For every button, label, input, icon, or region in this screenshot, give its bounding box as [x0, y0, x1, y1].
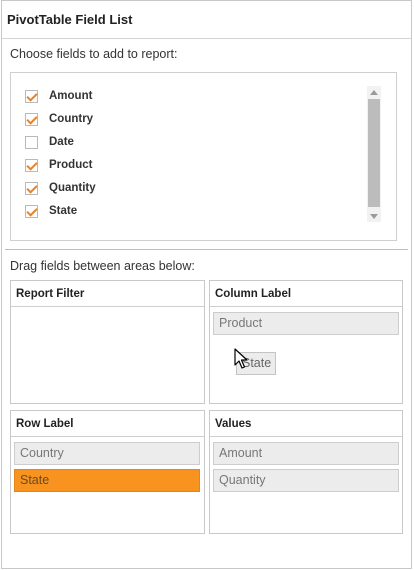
- row-field-chip-state[interactable]: State: [14, 469, 200, 492]
- values-field-chip-amount[interactable]: Amount: [213, 442, 399, 465]
- report-filter-area[interactable]: Report Filter: [10, 280, 205, 404]
- field-item-amount[interactable]: Amount: [25, 87, 92, 105]
- field-checkbox[interactable]: [25, 181, 38, 195]
- area-title: Report Filter: [11, 281, 204, 307]
- scroll-up-arrow-icon[interactable]: [367, 86, 381, 98]
- values-area[interactable]: Values Amount Quantity: [209, 410, 403, 534]
- column-label-area[interactable]: Column Label Product: [209, 280, 403, 404]
- field-label: Product: [49, 159, 93, 171]
- field-list-scrollbar[interactable]: [367, 86, 381, 222]
- choose-fields-label: Choose fields to add to report:: [10, 47, 178, 61]
- field-checkbox[interactable]: [25, 135, 38, 149]
- drag-fields-label: Drag fields between areas below:: [10, 259, 195, 273]
- mouse-pointer-icon: [234, 348, 248, 369]
- area-title: Row Label: [11, 411, 204, 437]
- column-field-chip-product[interactable]: Product: [213, 312, 399, 335]
- field-label: Quantity: [49, 182, 96, 194]
- field-checkbox[interactable]: [25, 89, 38, 103]
- scroll-down-arrow-icon[interactable]: [367, 210, 381, 222]
- values-field-chip-quantity[interactable]: Quantity: [213, 469, 399, 492]
- row-field-chip-country[interactable]: Country: [14, 442, 200, 465]
- field-item-state[interactable]: State: [25, 202, 77, 220]
- panel-title: PivotTable Field List: [2, 1, 411, 39]
- field-label: Date: [49, 136, 74, 148]
- scroll-thumb[interactable]: [368, 99, 380, 207]
- field-item-quantity[interactable]: Quantity: [25, 179, 96, 197]
- area-title: Column Label: [210, 281, 402, 307]
- field-label: State: [49, 205, 78, 217]
- field-item-product[interactable]: Product: [25, 156, 92, 174]
- field-checkbox[interactable]: [25, 158, 38, 172]
- section-divider: [5, 249, 408, 250]
- row-label-area[interactable]: Row Label Country State: [10, 410, 205, 534]
- field-checkbox[interactable]: [25, 204, 38, 218]
- field-label: Amount: [49, 90, 93, 102]
- field-item-date[interactable]: Date: [25, 133, 74, 151]
- field-list: Amount Country Date Product Quantity Sta…: [10, 72, 397, 241]
- area-title: Values: [210, 411, 402, 437]
- field-label: Country: [49, 113, 94, 125]
- field-item-country[interactable]: Country: [25, 110, 93, 128]
- field-checkbox[interactable]: [25, 112, 38, 126]
